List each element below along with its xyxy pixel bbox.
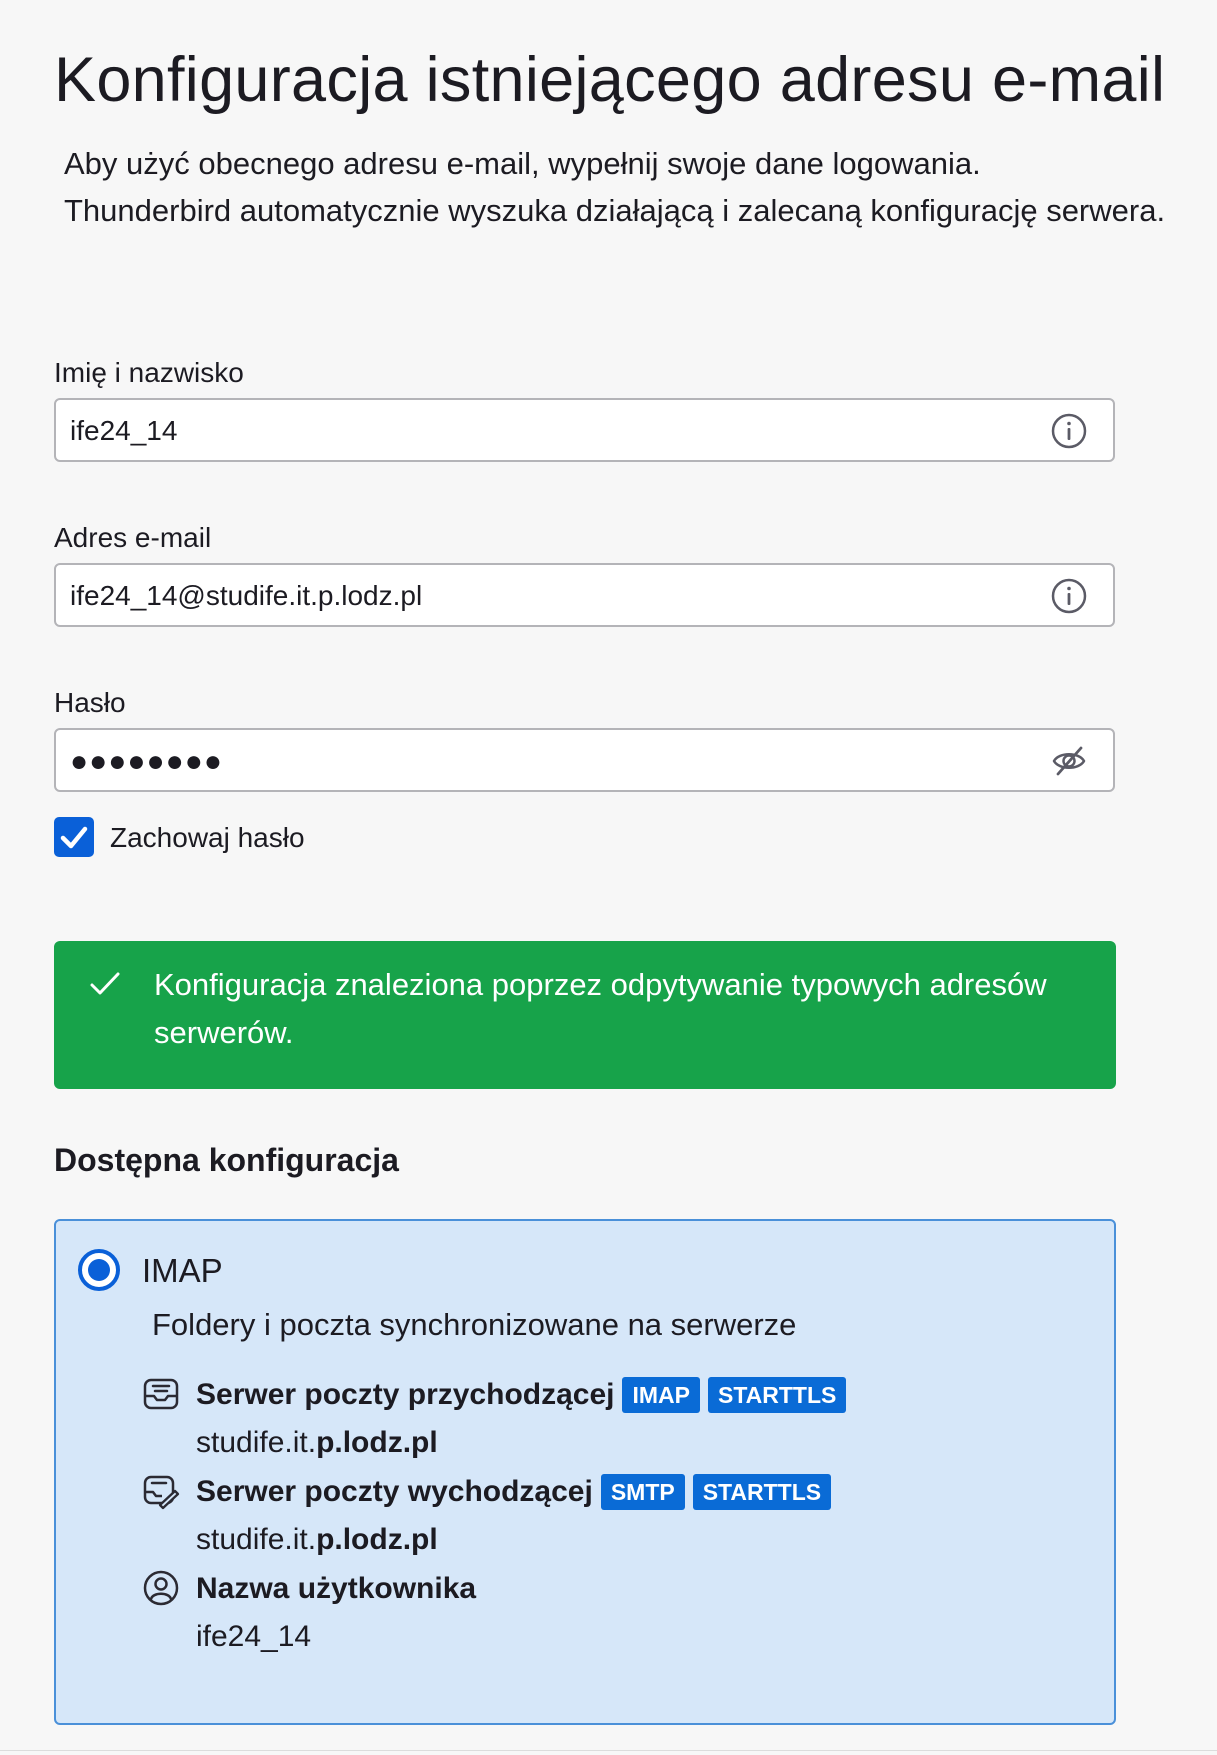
outbox-icon [143, 1475, 180, 1510]
page-title: Konfiguracja istniejącego adresu e-mail [54, 45, 1166, 115]
password-input-value[interactable]: ●●●●●●●● [70, 730, 223, 794]
bottom-divider [0, 1750, 1217, 1751]
config-found-message: Konfiguracja znaleziona poprzez odpytywa… [154, 967, 1047, 1050]
username-title: Nazwa użytkownika [196, 1569, 476, 1609]
incoming-server-label: Serwer poczty przychodzącej [196, 1378, 615, 1411]
outgoing-server-label: Serwer poczty wychodzącej [196, 1475, 593, 1508]
outgoing-protocol-badge: SMTP [600, 1474, 685, 1510]
remember-password-label[interactable]: Zachowaj hasło [110, 819, 305, 857]
incoming-security-badge: STARTTLS [707, 1377, 847, 1413]
remember-password-checkbox[interactable] [54, 817, 94, 857]
user-icon [143, 1570, 179, 1606]
incoming-host-prefix: studife.it. [196, 1426, 317, 1459]
name-label: Imię i nazwisko [54, 357, 244, 388]
incoming-server-title: Serwer poczty przychodzącej IMAP STARTTL… [196, 1375, 847, 1415]
protocol-name[interactable]: IMAP [142, 1249, 223, 1293]
radio-selected-dot [88, 1259, 110, 1281]
email-input-value[interactable]: ife24_14@studife.it.p.lodz.pl [70, 565, 422, 627]
intro-line-1: Aby użyć obecnego adresu e-mail, wypełni… [64, 146, 981, 181]
username-value: ife24_14 [196, 1620, 312, 1653]
inbox-icon [143, 1378, 179, 1410]
info-icon[interactable] [1051, 413, 1087, 449]
name-input[interactable]: ife24_14 [54, 398, 1115, 462]
imap-radio-button[interactable] [78, 1249, 120, 1291]
outgoing-server-title: Serwer poczty wychodzącej SMTP STARTTLS [196, 1472, 832, 1512]
incoming-host-domain: p.lodz.pl [316, 1426, 438, 1459]
outgoing-security-badge: STARTTLS [692, 1474, 832, 1510]
outgoing-server-host: studife.it.p.lodz.pl [196, 1520, 438, 1560]
info-icon[interactable] [1051, 578, 1087, 614]
checkmark-icon [60, 826, 88, 849]
email-label: Adres e-mail [54, 522, 212, 553]
name-input-value[interactable]: ife24_14 [70, 400, 177, 462]
incoming-server-host: studife.it.p.lodz.pl [196, 1423, 438, 1463]
password-label: Hasło [54, 687, 126, 718]
intro-text: Aby użyć obecnego adresu e-mail, wypełni… [64, 140, 1165, 234]
password-input[interactable]: ●●●●●●●● [54, 728, 1115, 792]
username-label: Nazwa użytkownika [196, 1572, 477, 1605]
eye-slash-icon[interactable] [1051, 743, 1087, 779]
outgoing-host-prefix: studife.it. [196, 1523, 317, 1556]
check-icon [90, 972, 120, 995]
config-found-notification: Konfiguracja znaleziona poprzez odpytywa… [54, 941, 1116, 1089]
outgoing-host-domain: p.lodz.pl [316, 1523, 438, 1556]
incoming-protocol-badge: IMAP [622, 1377, 700, 1413]
protocol-description: Foldery i poczta synchronizowane na serw… [152, 1307, 797, 1342]
email-input[interactable]: ife24_14@studife.it.p.lodz.pl [54, 563, 1115, 627]
imap-config-card[interactable]: IMAP Foldery i poczta synchronizowane na… [54, 1219, 1116, 1725]
intro-line-2: Thunderbird automatycznie wyszuka działa… [64, 193, 1166, 228]
available-config-title: Dostępna konfiguracja [54, 1142, 399, 1178]
